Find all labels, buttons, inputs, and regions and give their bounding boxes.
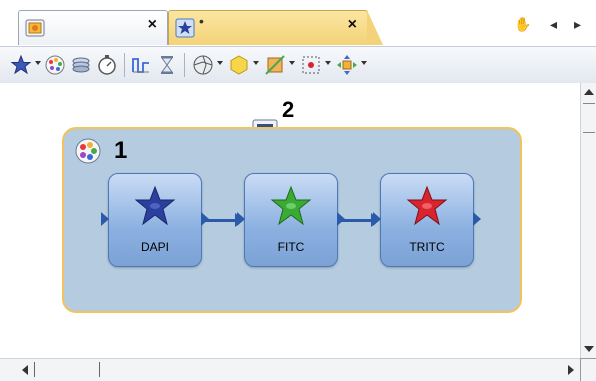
output-port[interactable] — [337, 212, 345, 226]
filter-icon[interactable] — [264, 54, 286, 76]
chevron-down-icon[interactable] — [35, 61, 41, 65]
hexagon-icon[interactable] — [228, 54, 250, 76]
tab-prev-button[interactable]: ◂ — [550, 14, 557, 34]
tab-close-button[interactable]: × — [148, 17, 157, 33]
scroll-thumb[interactable] — [34, 362, 100, 377]
channel-node-fitc[interactable]: FITC — [237, 173, 345, 267]
tab-modified-marker: • — [199, 13, 204, 29]
dapi-star-icon — [134, 185, 176, 226]
scroll-thumb[interactable] — [583, 103, 595, 133]
chevron-down-icon[interactable] — [217, 61, 223, 65]
color-palette-icon[interactable] — [74, 137, 102, 165]
comment-callout-label: 2 — [282, 97, 295, 122]
horizontal-scrollbar[interactable] — [0, 358, 580, 381]
color-palette-icon[interactable] — [44, 54, 66, 76]
group-callout-label: 1 — [114, 137, 128, 164]
node-label: DAPI — [140, 240, 169, 254]
toolbar-separator — [184, 53, 185, 77]
node-label: FITC — [277, 240, 305, 254]
scroll-up-arrow-icon[interactable] — [584, 89, 594, 95]
tab-close-button[interactable]: × — [348, 17, 357, 33]
tab-workspace[interactable]: × — [18, 10, 168, 45]
vertical-scrollbar[interactable] — [580, 83, 596, 358]
scroll-down-arrow-icon[interactable] — [584, 346, 594, 352]
output-port[interactable] — [201, 212, 209, 226]
resize-corner[interactable] — [580, 358, 596, 381]
tab-next-button[interactable]: ▸ — [574, 14, 581, 34]
node-label: TRITC — [409, 240, 445, 254]
hand-icon[interactable]: ✋ — [514, 14, 531, 34]
step-function-icon[interactable] — [130, 54, 152, 76]
toolbar — [0, 46, 596, 84]
scan-region-icon[interactable] — [300, 54, 322, 76]
input-port[interactable] — [373, 212, 381, 226]
channel-group[interactable]: 1 DAPI FITC TRITC — [62, 127, 522, 313]
output-port[interactable] — [473, 212, 481, 226]
layers-icon[interactable] — [70, 54, 92, 76]
scroll-left-arrow-icon[interactable] — [22, 365, 28, 375]
tab-experiment[interactable]: • × — [168, 10, 383, 45]
microscopy-star-icon — [175, 18, 195, 38]
tab-navigation: ✋ ◂ ▸ — [514, 14, 590, 34]
channel-node-tritc[interactable]: TRITC — [373, 173, 481, 267]
hourglass-icon[interactable] — [156, 54, 178, 76]
chevron-down-icon[interactable] — [361, 61, 367, 65]
scroll-right-arrow-icon[interactable] — [568, 365, 574, 375]
input-port[interactable] — [237, 212, 245, 226]
workflow-canvas[interactable]: 2 1 DAPI FITC TRITC — [0, 83, 580, 358]
tab-strip: × • × ✋ ◂ ▸ — [0, 0, 596, 46]
timer-icon[interactable] — [96, 54, 118, 76]
chevron-down-icon[interactable] — [325, 61, 331, 65]
chevron-down-icon[interactable] — [253, 61, 259, 65]
aperture-icon[interactable] — [192, 54, 214, 76]
chevron-down-icon[interactable] — [289, 61, 295, 65]
move-arrows-icon[interactable] — [336, 54, 358, 76]
channel-node-dapi[interactable]: DAPI — [101, 173, 209, 267]
add-channel-star-icon[interactable] — [10, 54, 32, 76]
workspace-document-icon — [25, 19, 45, 37]
input-port[interactable] — [101, 212, 109, 226]
fitc-star-icon — [270, 185, 312, 226]
toolbar-separator — [124, 53, 125, 77]
tritc-star-icon — [406, 185, 448, 226]
